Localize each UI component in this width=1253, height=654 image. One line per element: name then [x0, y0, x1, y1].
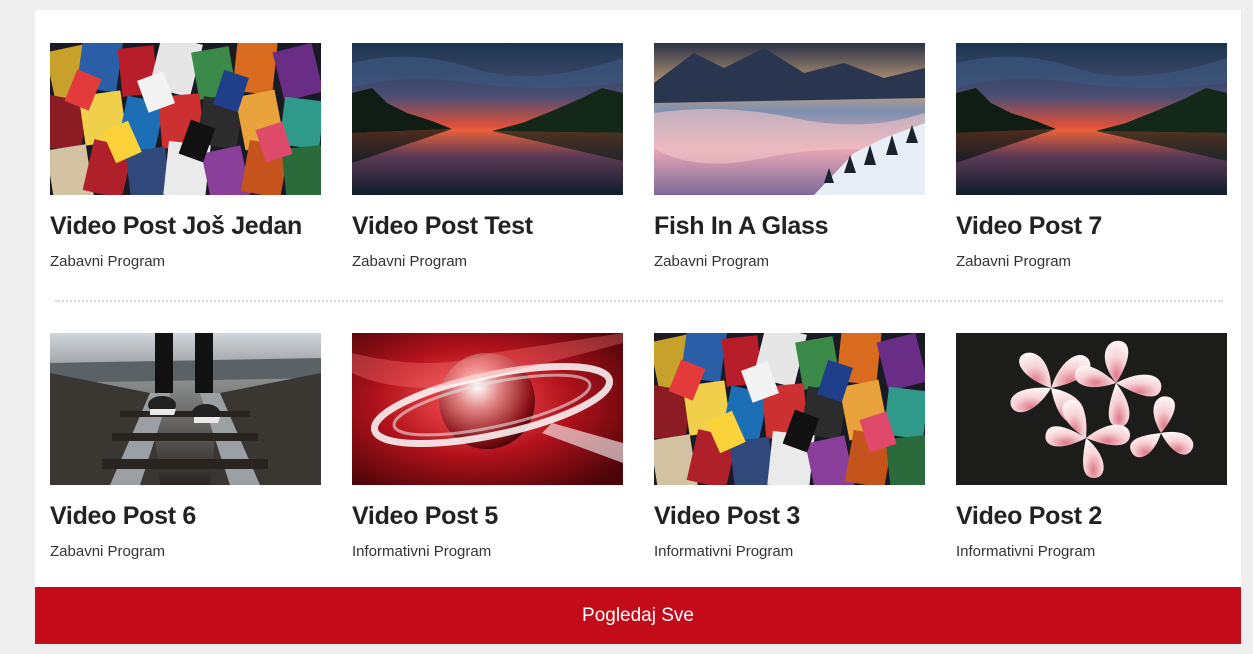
post-category: Zabavni Program	[352, 253, 468, 270]
post-title[interactable]: Video Post 7	[956, 211, 1227, 241]
post-card-8[interactable]: Video Post 2 Informativni Program	[956, 333, 1227, 561]
post-title[interactable]: Video Post 5	[352, 501, 623, 531]
post-thumbnail-misty-mountains[interactable]	[654, 43, 925, 195]
post-category: Informativni Program	[654, 543, 794, 560]
post-title[interactable]: Video Post 6	[50, 501, 321, 531]
video-posts-panel: Video Post Još Jedan Zabavni Program Vid…	[35, 10, 1241, 644]
post-thumbnail-collage[interactable]	[50, 43, 321, 195]
row-divider	[55, 300, 1223, 302]
posts-row-1: Video Post Još Jedan Zabavni Program Vid…	[50, 43, 1227, 271]
view-all-button[interactable]: Pogledaj Sve	[35, 587, 1241, 644]
railway-feet-image	[50, 333, 321, 485]
red-globe-image	[352, 333, 623, 485]
post-category: Informativni Program	[956, 543, 1096, 560]
sunset-lake-image	[956, 43, 1227, 195]
post-card-4[interactable]: Video Post 7 Zabavni Program	[956, 43, 1227, 271]
post-title[interactable]: Video Post 2	[956, 501, 1227, 531]
post-category: Zabavni Program	[50, 543, 166, 560]
post-category: Informativni Program	[352, 543, 492, 560]
misty-mountains-image	[654, 43, 925, 195]
post-card-1[interactable]: Video Post Još Jedan Zabavni Program	[50, 43, 321, 271]
post-title[interactable]: Video Post Još Jedan	[50, 211, 321, 241]
post-card-7[interactable]: Video Post 3 Informativni Program	[654, 333, 925, 561]
post-card-6[interactable]: Video Post 5 Informativni Program	[352, 333, 623, 561]
collage-image	[50, 43, 321, 195]
pink-flowers-image	[956, 333, 1227, 485]
post-category: Zabavni Program	[654, 253, 770, 270]
post-thumbnail-sunset-lake[interactable]	[352, 43, 623, 195]
posts-row-2: Video Post 6 Zabavni Program Video Post …	[50, 333, 1227, 561]
post-title[interactable]: Fish In A Glass	[654, 211, 925, 241]
post-thumbnail-railway-feet[interactable]	[50, 333, 321, 485]
post-thumbnail-sunset-lake[interactable]	[956, 43, 1227, 195]
sunset-lake-image	[352, 43, 623, 195]
post-card-2[interactable]: Video Post Test Zabavni Program	[352, 43, 623, 271]
post-thumbnail-red-globe[interactable]	[352, 333, 623, 485]
post-category: Zabavni Program	[956, 253, 1072, 270]
post-thumbnail-pink-flowers[interactable]	[956, 333, 1227, 485]
post-thumbnail-collage[interactable]	[654, 333, 925, 485]
post-title[interactable]: Video Post 3	[654, 501, 925, 531]
post-title[interactable]: Video Post Test	[352, 211, 623, 241]
post-card-5[interactable]: Video Post 6 Zabavni Program	[50, 333, 321, 561]
collage-image	[654, 333, 925, 485]
post-card-3[interactable]: Fish In A Glass Zabavni Program	[654, 43, 925, 271]
post-category: Zabavni Program	[50, 253, 166, 270]
